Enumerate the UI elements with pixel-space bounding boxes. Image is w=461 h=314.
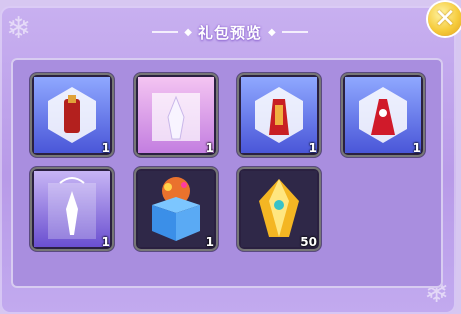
gift-bag-icon bbox=[241, 77, 317, 153]
item-slot[interactable]: 50 bbox=[237, 167, 321, 251]
title-divider bbox=[152, 31, 179, 33]
title-dot: ◆ bbox=[184, 26, 192, 38]
gift-preview-dialog: ❄ ❄ ◆ 礼包预览 ◆ 1 1 1 1 1 1 50 bbox=[0, 6, 456, 314]
items-panel: 1 1 1 1 1 1 50 bbox=[11, 58, 443, 288]
close-icon: ✕ bbox=[434, 4, 456, 34]
item-count: 1 bbox=[205, 141, 214, 155]
gift-bag-icon bbox=[345, 77, 421, 153]
item-count: 1 bbox=[308, 141, 317, 155]
item-slot[interactable]: 1 bbox=[341, 73, 425, 157]
item-slot[interactable]: 1 bbox=[134, 167, 218, 251]
item-count: 50 bbox=[300, 235, 317, 249]
dialog-title: 礼包预览 bbox=[197, 23, 262, 42]
item-count: 1 bbox=[205, 235, 214, 249]
item-slot[interactable]: 1 bbox=[30, 73, 114, 157]
item-slot[interactable]: 1 bbox=[30, 167, 114, 251]
item-slot[interactable]: 1 bbox=[237, 73, 321, 157]
snowflake-decoration: ❄ bbox=[6, 11, 32, 46]
title-bar: ◆ 礼包预览 ◆ bbox=[140, 20, 320, 44]
item-slot[interactable]: 1 bbox=[134, 73, 218, 157]
gift-bag-icon bbox=[138, 77, 214, 153]
title-divider bbox=[281, 31, 308, 33]
item-count: 1 bbox=[412, 141, 421, 155]
gift-bag-icon bbox=[34, 171, 110, 247]
gift-bag-icon bbox=[34, 77, 110, 153]
gift-box-icon bbox=[138, 171, 214, 247]
item-count: 1 bbox=[101, 235, 110, 249]
close-button[interactable]: ✕ bbox=[428, 2, 461, 36]
item-count: 1 bbox=[101, 141, 110, 155]
title-dot: ◆ bbox=[268, 26, 276, 38]
